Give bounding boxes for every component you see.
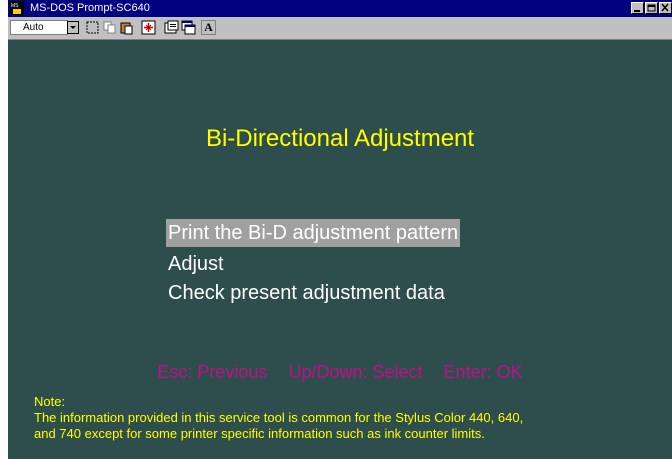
- dos-window: MS MS-DOS Prompt-SC640 Auto A Bi-Directi…: [8, 0, 672, 459]
- font-size-select[interactable]: Auto: [10, 20, 68, 35]
- page-title: Bi-Directional Adjustment: [205, 125, 475, 152]
- hint-up-down: Up/Down: Select: [288, 362, 423, 382]
- full-screen-icon[interactable]: [141, 20, 156, 35]
- svg-text:MS: MS: [11, 3, 19, 9]
- background-icon[interactable]: [181, 20, 196, 35]
- mark-icon[interactable]: [85, 20, 100, 35]
- ms-dos-icon[interactable]: MS: [10, 1, 24, 15]
- font-icon[interactable]: A: [201, 20, 216, 35]
- toolbar: Auto A: [8, 17, 672, 40]
- minimize-icon[interactable]: [631, 2, 644, 14]
- title-bar[interactable]: MS MS-DOS Prompt-SC640: [8, 0, 672, 17]
- close-icon[interactable]: [659, 2, 672, 14]
- menu-item-adjust[interactable]: Adjust: [166, 250, 226, 278]
- menu-item-check-data[interactable]: Check present adjustment data: [166, 279, 447, 307]
- properties-icon[interactable]: [164, 20, 179, 35]
- maximize-icon[interactable]: [645, 2, 658, 14]
- dos-screen: Bi-Directional Adjustment Print the Bi-D…: [8, 40, 672, 459]
- hint-esc: Esc: Previous: [157, 362, 268, 382]
- note: Note: The information provided in this s…: [34, 394, 664, 442]
- hint-enter: Enter: OK: [443, 362, 523, 382]
- window-title: MS-DOS Prompt-SC640: [30, 2, 150, 14]
- copy-icon[interactable]: [102, 20, 117, 35]
- chevron-down-icon[interactable]: [67, 21, 79, 34]
- note-label: Note:: [34, 394, 66, 409]
- key-hints: Esc: Previous Up/Down: Select Enter: OK: [8, 362, 672, 383]
- note-line-1: The information provided in this service…: [34, 410, 524, 425]
- menu-item-print-pattern[interactable]: Print the Bi-D adjustment pattern: [166, 219, 461, 247]
- paste-icon[interactable]: [119, 20, 134, 35]
- note-line-2: and 740 except for some printer specific…: [34, 426, 485, 441]
